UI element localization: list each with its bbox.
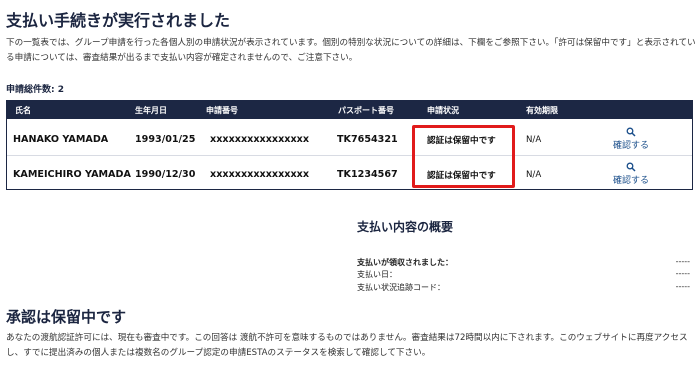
- validity-value: N/A: [526, 135, 542, 145]
- header-passport: パスポート番号: [338, 106, 394, 115]
- pending-title: 承認は保留中です: [6, 308, 127, 326]
- table-row: HANAKO YAMADA 1993/01/25 xxxxxxxxxxxxxxx…: [7, 121, 692, 155]
- applications-table: 氏名 生年月日 申請番号 パスポート番号 申請状況 有効期限 HANAKO YA…: [6, 100, 693, 190]
- summary-label: 支払い状況追跡コード：: [357, 283, 445, 292]
- header-app-no: 申請番号: [206, 106, 238, 115]
- page-title: 支払い手続きが実行されました: [6, 11, 231, 30]
- applicant-dob: 1993/01/25: [135, 134, 196, 145]
- applicant-name: HANAKO YAMADA: [13, 134, 109, 145]
- passport-number: TK7654321: [337, 134, 398, 145]
- magnifier-icon: [601, 162, 661, 172]
- summary-label: 支払い日：: [357, 270, 397, 279]
- validity-value: N/A: [526, 170, 542, 180]
- confirm-link-label[interactable]: 確認する: [601, 173, 661, 186]
- summary-label: 支払いが領収されました：: [357, 258, 453, 267]
- summary-title: 支払い内容の概要: [357, 220, 454, 234]
- magnifier-icon: [601, 127, 661, 137]
- summary-value: -----: [675, 257, 690, 266]
- confirm-link[interactable]: 確認する: [601, 127, 661, 151]
- header-validity: 有効期限: [526, 106, 558, 115]
- summary-value: -----: [675, 269, 690, 278]
- application-number: xxxxxxxxxxxxxxxx: [210, 169, 310, 180]
- confirm-link[interactable]: 確認する: [601, 162, 661, 186]
- passport-number: TK1234567: [337, 169, 398, 180]
- application-count: 申請総件数: 2: [6, 85, 64, 95]
- summary-value: -----: [675, 282, 690, 291]
- table-row: KAMEICHIRO YAMADA 1990/12/30 xxxxxxxxxxx…: [7, 156, 692, 190]
- applicant-dob: 1990/12/30: [135, 169, 196, 180]
- summary-row: 支払い日： -----: [357, 269, 690, 281]
- header-dob: 生年月日: [135, 106, 167, 115]
- application-number: xxxxxxxxxxxxxxxx: [210, 134, 310, 145]
- status-highlight-box: [412, 125, 515, 188]
- pending-text: あなたの渡航認証許可には、現在も審査中です。この回答は 渡航不許可を意味するもの…: [6, 333, 688, 358]
- intro-text: 下の一覧表では、グループ申請を行った各個人別の申請状況が表示されています。個別の…: [6, 38, 696, 63]
- header-status: 申請状況: [427, 106, 459, 115]
- table-header: 氏名 生年月日 申請番号 パスポート番号 申請状況 有効期限: [7, 101, 692, 119]
- summary-row: 支払いが領収されました： -----: [357, 257, 690, 269]
- applicant-name: KAMEICHIRO YAMADA: [13, 169, 131, 180]
- header-name: 氏名: [15, 106, 31, 115]
- summary-row: 支払い状況追跡コード： -----: [357, 282, 690, 294]
- confirm-link-label[interactable]: 確認する: [601, 138, 661, 151]
